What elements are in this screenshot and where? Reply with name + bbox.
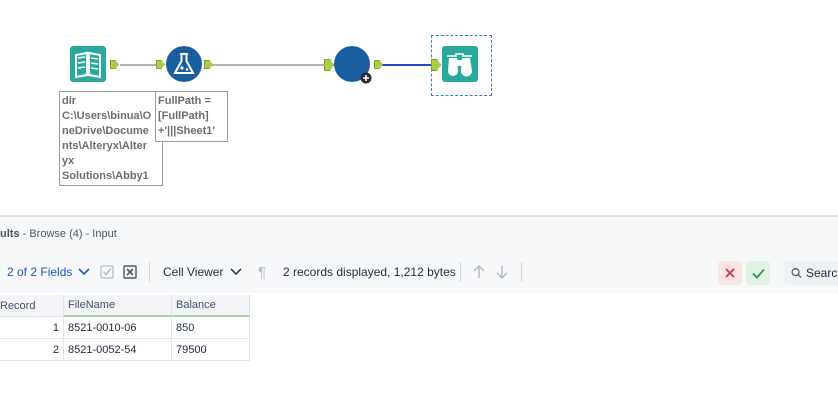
toolbar-separator [460,262,461,282]
fields-selector-label: 2 of 2 Fields [7,265,73,279]
cell-viewer-dropdown[interactable]: Cell Viewer [163,251,242,293]
workflow-canvas[interactable]: dir C:\Users\binua\O neDrive\Docume nts\… [0,0,838,215]
results-toolbar: 2 of 2 Fields Cell Viewer ¶ 2 records di… [0,251,838,293]
chevron-down-icon [230,268,242,276]
formula-tool[interactable] [166,46,202,82]
check-icon [751,268,765,279]
close-icon [725,268,735,278]
directory-book-icon [70,46,106,82]
toolbar-separator [149,262,150,282]
browse-tool[interactable] [442,46,478,82]
column-header-balance[interactable]: Balance [172,295,250,317]
chevron-down-icon [78,268,90,276]
results-title-rest: - Browse (4) - Input [19,228,117,240]
flask-icon [166,46,202,82]
fields-selector[interactable]: 2 of 2 Fields [7,251,90,293]
uncheck-fields-icon[interactable] [122,264,138,280]
dynamic-input-icon [334,46,372,84]
check-fields-icon[interactable] [99,264,115,280]
table-cell-filename[interactable]: 8521-0010-06 [64,317,172,339]
table-cell-filename[interactable]: 8521-0052-54 [64,339,172,361]
cell-viewer-label: Cell Viewer [163,265,224,279]
arrow-down-icon[interactable] [494,264,510,280]
table-cell-balance[interactable]: 79500 [172,339,250,361]
table-cell-balance[interactable]: 850 [172,317,250,339]
toolbar-separator [521,262,522,282]
formula-tool-annotation: FullPath = [FullPath] +'|||Sheet1' [155,91,228,142]
column-header-filename[interactable]: FileName [64,295,172,317]
pilcrow-icon[interactable]: ¶ [254,264,270,281]
results-panel-header: ults - Browse (4) - Input [0,217,838,252]
search-icon [791,268,802,279]
clear-filter-button[interactable] [718,261,742,285]
results-grid[interactable]: Record FileName Balance 1 8521-0010-06 8… [0,293,838,402]
search-field[interactable]: Search [784,261,838,285]
directory-tool-annotation: dir C:\Users\binua\O neDrive\Docume nts\… [59,91,163,186]
records-status: 2 records displayed, 1,212 bytes [283,265,456,279]
binoculars-icon [442,46,478,82]
results-title: ults - Browse (4) - Input [0,228,117,240]
table-cell-record[interactable]: 1 [0,317,64,339]
arrow-up-icon[interactable] [471,264,487,280]
column-header-record[interactable]: Record [0,295,64,317]
directory-tool[interactable] [70,46,106,82]
apply-filter-button[interactable] [746,261,770,285]
table-cell-record[interactable]: 2 [0,339,64,361]
dynamic-input-tool[interactable] [334,46,372,84]
search-placeholder: Search [805,266,838,280]
results-title-prefix: ults [0,228,20,240]
